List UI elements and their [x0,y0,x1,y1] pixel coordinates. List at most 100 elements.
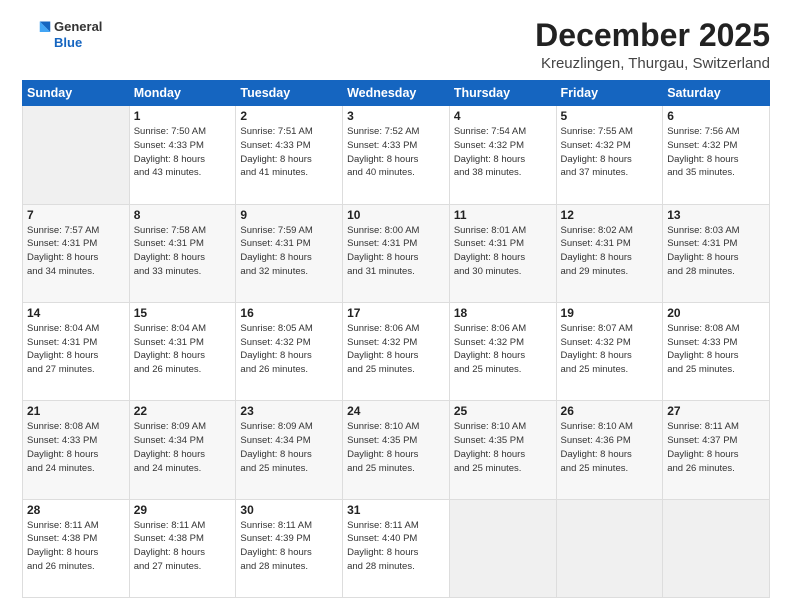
calendar-cell: 15Sunrise: 8:04 AM Sunset: 4:31 PM Dayli… [129,302,236,400]
calendar-cell: 29Sunrise: 8:11 AM Sunset: 4:38 PM Dayli… [129,499,236,597]
calendar-cell [449,499,556,597]
day-info: Sunrise: 8:11 AM Sunset: 4:39 PM Dayligh… [240,519,338,574]
calendar-cell: 24 Sunrise: 8:10 AM Sunset: 4:35 PM Dayli… [343,401,450,499]
day-number: 6 [667,109,765,123]
page: General Blue December 2025 Kreuzlingen, … [0,0,792,612]
day-info: Sunrise: 8:08 AM Sunset: 4:33 PM Dayligh… [27,420,125,475]
calendar-header-tuesday: Tuesday [236,81,343,106]
day-info: Sunrise: 8:10 AM Sunset: 4:35 PM Dayligh… [347,420,445,475]
day-info: Sunrise: 8:04 AM Sunset: 4:31 PM Dayligh… [27,322,125,377]
calendar-header-monday: Monday [129,81,236,106]
calendar-cell: 27Sunrise: 8:11 AM Sunset: 4:37 PM Dayli… [663,401,770,499]
day-info: Sunrise: 8:08 AM Sunset: 4:33 PM Dayligh… [667,322,765,377]
calendar-cell: 12 Sunrise: 8:02 AM Sunset: 4:31 PM Dayli… [556,204,663,302]
day-info: Sunrise: 7:50 AM Sunset: 4:33 PM Dayligh… [134,125,232,180]
day-info: Sunrise: 8:06 AM Sunset: 4:32 PM Dayligh… [454,322,552,377]
day-number: 31 [347,503,445,517]
calendar-cell: 16Sunrise: 8:05 AM Sunset: 4:32 PM Dayli… [236,302,343,400]
day-info: Sunrise: 8:09 AM Sunset: 4:34 PM Dayligh… [240,420,338,475]
main-title: December 2025 [535,18,770,53]
day-info: Sunrise: 8:09 AM Sunset: 4:34 PM Dayligh… [134,420,232,475]
day-number: 24 [347,404,445,418]
day-info: Sunrise: 7:54 AM Sunset: 4:32 PM Dayligh… [454,125,552,180]
day-number: 4 [454,109,552,123]
calendar-cell: 11 Sunrise: 8:01 AM Sunset: 4:31 PM Dayli… [449,204,556,302]
logo: General Blue [22,18,102,51]
calendar-header-wednesday: Wednesday [343,81,450,106]
calendar-cell: 20 Sunrise: 8:08 AM Sunset: 4:33 PM Dayli… [663,302,770,400]
day-number: 5 [561,109,659,123]
subtitle: Kreuzlingen, Thurgau, Switzerland [535,55,770,72]
header: General Blue December 2025 Kreuzlingen, … [22,18,770,72]
day-number: 25 [454,404,552,418]
calendar-cell: 25 Sunrise: 8:10 AM Sunset: 4:35 PM Dayli… [449,401,556,499]
day-number: 20 [667,306,765,320]
day-number: 17 [347,306,445,320]
day-number: 12 [561,208,659,222]
day-info: Sunrise: 8:11 AM Sunset: 4:40 PM Dayligh… [347,519,445,574]
calendar-header-row: SundayMondayTuesdayWednesdayThursdayFrid… [23,81,770,106]
calendar-cell: 23 Sunrise: 8:09 AM Sunset: 4:34 PM Dayli… [236,401,343,499]
logo-general-text: General [54,19,102,35]
day-info: Sunrise: 8:06 AM Sunset: 4:32 PM Dayligh… [347,322,445,377]
day-number: 28 [27,503,125,517]
day-number: 2 [240,109,338,123]
calendar-week-1: 1Sunrise: 7:50 AM Sunset: 4:33 PM Daylig… [23,106,770,204]
day-number: 14 [27,306,125,320]
day-number: 15 [134,306,232,320]
calendar-cell: 5Sunrise: 7:55 AM Sunset: 4:32 PM Daylig… [556,106,663,204]
calendar-cell: 9 Sunrise: 7:59 AM Sunset: 4:31 PM Daylig… [236,204,343,302]
day-number: 11 [454,208,552,222]
calendar-cell: 3Sunrise: 7:52 AM Sunset: 4:33 PM Daylig… [343,106,450,204]
day-info: Sunrise: 7:59 AM Sunset: 4:31 PM Dayligh… [240,224,338,279]
calendar-header-saturday: Saturday [663,81,770,106]
calendar-cell: 6 Sunrise: 7:56 AM Sunset: 4:32 PM Daylig… [663,106,770,204]
day-number: 23 [240,404,338,418]
day-info: Sunrise: 7:58 AM Sunset: 4:31 PM Dayligh… [134,224,232,279]
day-info: Sunrise: 8:11 AM Sunset: 4:38 PM Dayligh… [134,519,232,574]
calendar-week-5: 28 Sunrise: 8:11 AM Sunset: 4:38 PM Dayli… [23,499,770,597]
calendar-cell: 7 Sunrise: 7:57 AM Sunset: 4:31 PM Daylig… [23,204,130,302]
calendar-cell [663,499,770,597]
calendar-cell [23,106,130,204]
calendar-cell [556,499,663,597]
logo-icon [24,18,52,46]
day-number: 22 [134,404,232,418]
day-number: 21 [27,404,125,418]
day-info: Sunrise: 8:00 AM Sunset: 4:31 PM Dayligh… [347,224,445,279]
day-number: 19 [561,306,659,320]
calendar-cell: 30Sunrise: 8:11 AM Sunset: 4:39 PM Dayli… [236,499,343,597]
calendar-cell: 13Sunrise: 8:03 AM Sunset: 4:31 PM Dayli… [663,204,770,302]
day-info: Sunrise: 8:11 AM Sunset: 4:38 PM Dayligh… [27,519,125,574]
calendar-cell: 18Sunrise: 8:06 AM Sunset: 4:32 PM Dayli… [449,302,556,400]
calendar-cell: 21 Sunrise: 8:08 AM Sunset: 4:33 PM Dayli… [23,401,130,499]
day-number: 13 [667,208,765,222]
calendar-cell: 26Sunrise: 8:10 AM Sunset: 4:36 PM Dayli… [556,401,663,499]
calendar-cell: 2 Sunrise: 7:51 AM Sunset: 4:33 PM Daylig… [236,106,343,204]
day-number: 7 [27,208,125,222]
day-number: 10 [347,208,445,222]
title-block: December 2025 Kreuzlingen, Thurgau, Swit… [535,18,770,72]
logo-blue-text: Blue [54,35,102,51]
calendar-cell: 17 Sunrise: 8:06 AM Sunset: 4:32 PM Dayli… [343,302,450,400]
day-number: 9 [240,208,338,222]
calendar-cell: 22 Sunrise: 8:09 AM Sunset: 4:34 PM Dayli… [129,401,236,499]
day-info: Sunrise: 8:05 AM Sunset: 4:32 PM Dayligh… [240,322,338,377]
calendar-table: SundayMondayTuesdayWednesdayThursdayFrid… [22,80,770,598]
calendar-header-thursday: Thursday [449,81,556,106]
day-info: Sunrise: 7:51 AM Sunset: 4:33 PM Dayligh… [240,125,338,180]
day-info: Sunrise: 8:10 AM Sunset: 4:35 PM Dayligh… [454,420,552,475]
calendar-week-2: 7 Sunrise: 7:57 AM Sunset: 4:31 PM Daylig… [23,204,770,302]
calendar-cell: 8Sunrise: 7:58 AM Sunset: 4:31 PM Daylig… [129,204,236,302]
day-info: Sunrise: 7:57 AM Sunset: 4:31 PM Dayligh… [27,224,125,279]
calendar-cell: 10 Sunrise: 8:00 AM Sunset: 4:31 PM Dayli… [343,204,450,302]
calendar-cell: 28 Sunrise: 8:11 AM Sunset: 4:38 PM Dayli… [23,499,130,597]
day-info: Sunrise: 8:11 AM Sunset: 4:37 PM Dayligh… [667,420,765,475]
day-info: Sunrise: 8:02 AM Sunset: 4:31 PM Dayligh… [561,224,659,279]
calendar-header-sunday: Sunday [23,81,130,106]
day-number: 3 [347,109,445,123]
day-info: Sunrise: 8:01 AM Sunset: 4:31 PM Dayligh… [454,224,552,279]
calendar-cell: 4 Sunrise: 7:54 AM Sunset: 4:32 PM Daylig… [449,106,556,204]
calendar-cell: 14 Sunrise: 8:04 AM Sunset: 4:31 PM Dayli… [23,302,130,400]
day-info: Sunrise: 7:56 AM Sunset: 4:32 PM Dayligh… [667,125,765,180]
